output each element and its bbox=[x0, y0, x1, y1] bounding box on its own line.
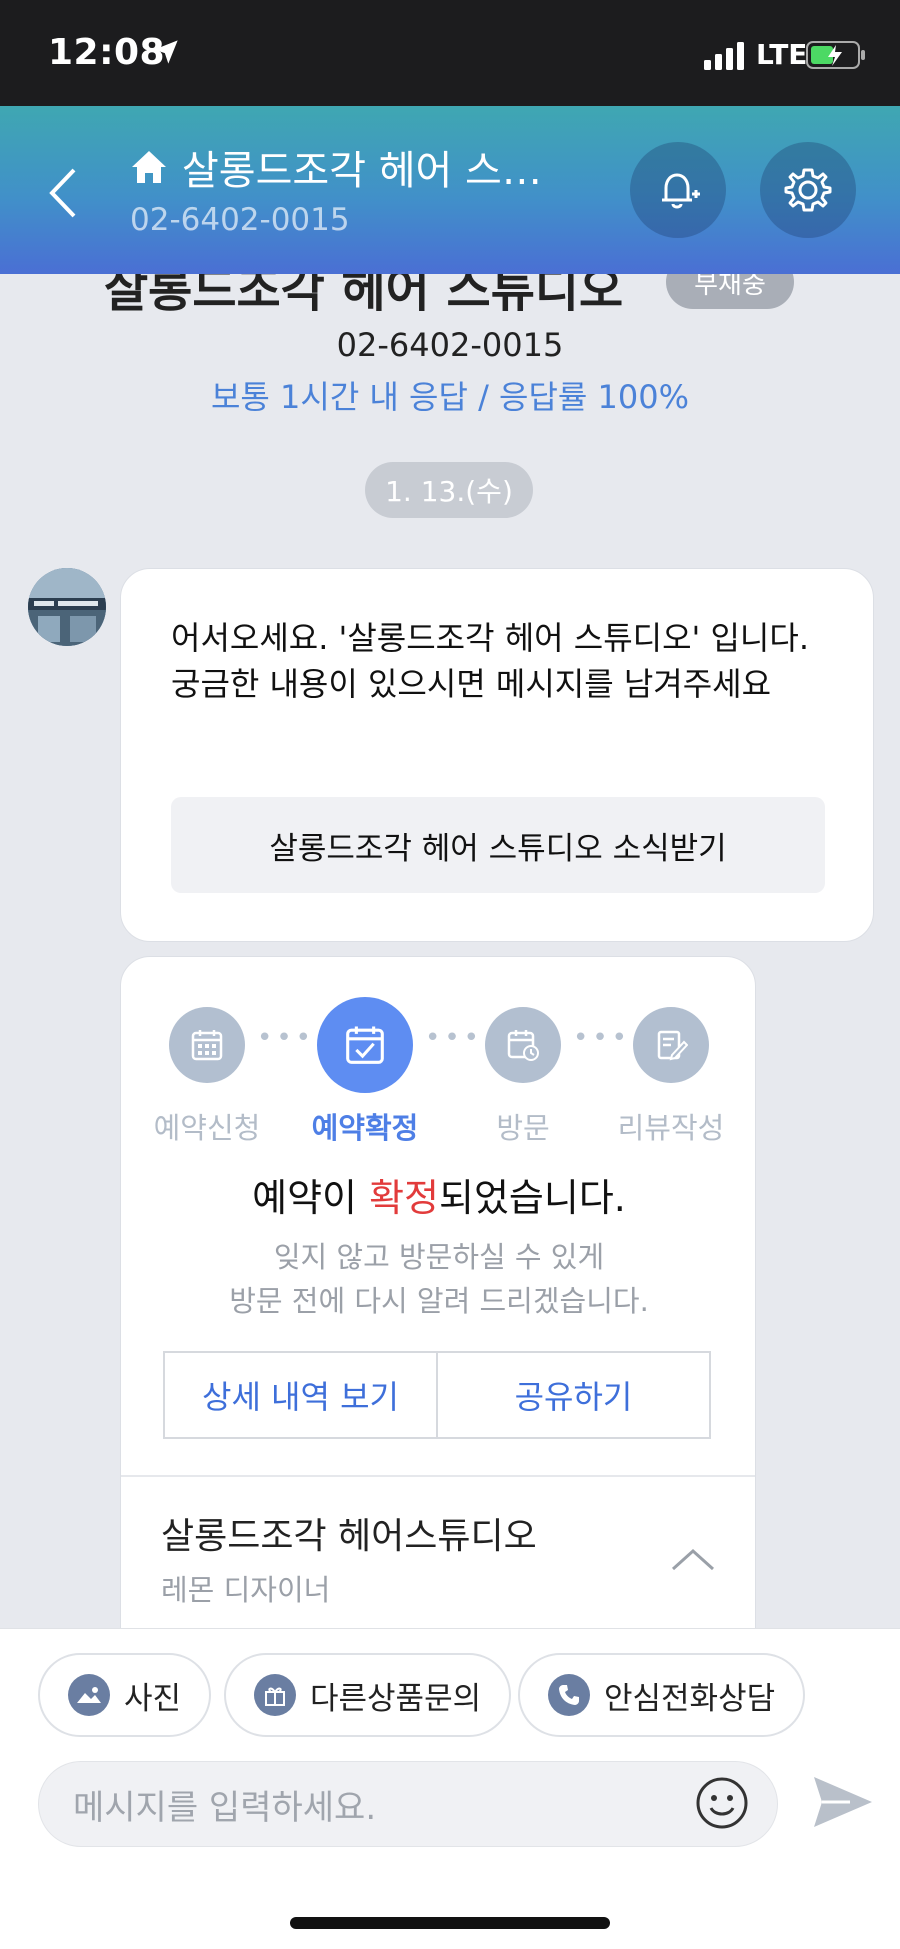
calendar-check-icon bbox=[346, 1026, 384, 1064]
safe-call-label: 안심전화상담 bbox=[604, 1680, 776, 1717]
welcome-line-2: 궁금한 내용이 있으시면 메시지를 남겨주세요 bbox=[171, 665, 772, 703]
shop-phone[interactable]: 02-6402-0015 bbox=[0, 326, 900, 364]
designer-name: 레몬 디자이너 bbox=[161, 1573, 331, 1607]
back-arrow-icon[interactable] bbox=[40, 158, 90, 228]
step-visit bbox=[485, 1007, 561, 1083]
confirm-title-prefix: 예약이 bbox=[252, 1176, 370, 1220]
welcome-line-1: 어서오세요. '살롱드조각 헤어 스튜디오' 입니다. bbox=[171, 619, 809, 657]
salon-name: 살롱드조각 헤어스튜디오 bbox=[161, 1516, 537, 1557]
safe-call-button[interactable]: 안심전화상담 bbox=[518, 1653, 806, 1737]
shop-avatar[interactable] bbox=[28, 568, 106, 646]
date-divider: 1. 13.(수) bbox=[365, 462, 533, 518]
confirm-title-suffix: 되었습니다. bbox=[439, 1176, 626, 1220]
view-details-button[interactable]: 상세 내역 보기 bbox=[165, 1353, 436, 1437]
message-input[interactable]: 메시지를 입력하세요. bbox=[38, 1761, 778, 1847]
response-info: 보통 1시간 내 응답 / 응답률 100% bbox=[210, 378, 690, 416]
step-label-visit: 방문 bbox=[496, 1111, 550, 1145]
step-label-request: 예약신청 bbox=[153, 1111, 261, 1145]
status-bar: 12:08 LTE bbox=[0, 0, 900, 106]
photo-icon bbox=[68, 1674, 110, 1716]
battery-charging-icon bbox=[806, 41, 865, 69]
subscribe-news-button[interactable]: 살롱드조각 헤어 스튜디오 소식받기 bbox=[171, 797, 825, 893]
status-time: 12:08 bbox=[48, 32, 166, 73]
calendar-clock-icon bbox=[507, 1030, 539, 1061]
step-connector: ••• bbox=[257, 1023, 316, 1053]
composer-area: 사진 다른상품문의 안심전화상담 메시지를 입력하세요. bbox=[0, 1628, 900, 1949]
home-icon bbox=[132, 151, 166, 183]
confirm-title-highlight: 확정 bbox=[369, 1176, 439, 1220]
emoji-icon[interactable] bbox=[694, 1775, 750, 1831]
step-review bbox=[633, 1007, 709, 1083]
calendar-icon bbox=[191, 1030, 223, 1061]
edit-icon bbox=[657, 1030, 688, 1061]
bell-plus-icon bbox=[662, 173, 700, 209]
send-icon[interactable] bbox=[810, 1769, 876, 1835]
photo-button-label: 사진 bbox=[124, 1680, 182, 1717]
reservation-actions: 상세 내역 보기 공유하기 bbox=[163, 1351, 711, 1439]
photo-button[interactable]: 사진 bbox=[38, 1653, 212, 1737]
network-type: LTE bbox=[756, 38, 808, 71]
home-indicator bbox=[290, 1917, 610, 1929]
confirm-title: 예약이 확정되었습니다. bbox=[121, 1167, 755, 1222]
chat-header: 살롱드조각 헤어 스… 02-6402-0015 bbox=[0, 106, 900, 274]
cellular-signal-icon bbox=[704, 42, 744, 70]
step-request bbox=[169, 1007, 245, 1083]
reservation-card: ••• ••• ••• 예약신청 예약확정 방문 리뷰작성 예약이 확정되었습니… bbox=[120, 956, 756, 1656]
phone-icon bbox=[548, 1674, 590, 1716]
step-connector: ••• bbox=[425, 1023, 484, 1053]
step-connector: ••• bbox=[573, 1023, 632, 1053]
step-label-review: 리뷰작성 bbox=[617, 1111, 725, 1145]
gift-icon bbox=[254, 1674, 296, 1716]
header-title: 살롱드조각 헤어 스… bbox=[130, 138, 542, 196]
share-button[interactable]: 공유하기 bbox=[436, 1353, 709, 1437]
notification-subscribe-button[interactable] bbox=[630, 142, 726, 238]
confirm-subtitle-line-1: 잊지 않고 방문하실 수 있게 bbox=[273, 1240, 605, 1274]
confirm-subtitle-line-2: 방문 전에 다시 알려 드리겠습니다. bbox=[229, 1284, 649, 1318]
welcome-message: 어서오세요. '살롱드조각 헤어 스튜디오' 입니다. 궁금한 내용이 있으시면… bbox=[120, 568, 874, 942]
confirm-subtitle: 잊지 않고 방문하실 수 있게 방문 전에 다시 알려 드리겠습니다. bbox=[121, 1235, 755, 1323]
other-product-inquiry-label: 다른상품문의 bbox=[310, 1680, 482, 1717]
gear-icon bbox=[784, 168, 832, 212]
header-phone: 02-6402-0015 bbox=[130, 202, 350, 238]
welcome-text: 어서오세요. '살롱드조각 헤어 스튜디오' 입니다. 궁금한 내용이 있으시면… bbox=[171, 615, 835, 707]
divider bbox=[121, 1475, 755, 1477]
chevron-up-icon[interactable] bbox=[671, 1547, 715, 1571]
header-title-text: 살롱드조각 헤어 스… bbox=[182, 148, 542, 194]
other-product-inquiry-button[interactable]: 다른상품문의 bbox=[224, 1653, 512, 1737]
step-confirmed bbox=[317, 997, 413, 1093]
storefront-image bbox=[28, 568, 106, 646]
location-arrow-icon bbox=[154, 40, 178, 64]
settings-button[interactable] bbox=[760, 142, 856, 238]
step-label-confirmed: 예약확정 bbox=[311, 1111, 419, 1145]
